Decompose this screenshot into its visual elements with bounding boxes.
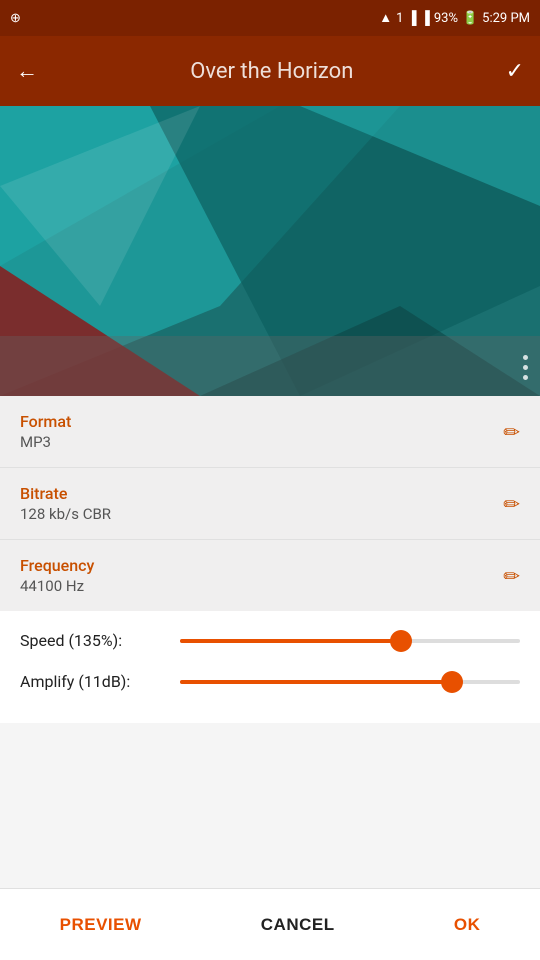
speed-thumb bbox=[390, 630, 412, 652]
action-bar: PREVIEW CANCEL OK bbox=[0, 888, 540, 960]
bitrate-edit-icon[interactable]: ✏ bbox=[503, 492, 520, 516]
amplify-slider-row: Amplify (11dB): bbox=[20, 672, 520, 691]
amplify-label: Amplify (11dB): bbox=[20, 672, 180, 691]
sim1-icon: 1 bbox=[396, 11, 403, 26]
sliders-area: Speed (135%): Amplify (11dB): bbox=[0, 611, 540, 723]
amplify-thumb bbox=[441, 671, 463, 693]
frequency-row: Frequency 44100 Hz ✏ bbox=[0, 540, 540, 611]
dot3 bbox=[523, 375, 528, 380]
amplify-fill bbox=[180, 680, 452, 684]
confirm-button[interactable]: ✓ bbox=[506, 59, 524, 84]
app-bar: ← Over the Horizon ✓ bbox=[0, 36, 540, 106]
preview-button[interactable]: PREVIEW bbox=[36, 905, 166, 945]
cancel-button[interactable]: CANCEL bbox=[237, 905, 359, 945]
back-button[interactable]: ← bbox=[16, 58, 38, 84]
amplify-track[interactable] bbox=[180, 680, 520, 684]
bitrate-row: Bitrate 128 kb/s CBR ✏ bbox=[0, 468, 540, 540]
speed-label: Speed (135%): bbox=[20, 631, 180, 650]
wifi-icon: ▲ bbox=[379, 10, 392, 26]
format-row: Format MP3 ✏ bbox=[0, 396, 540, 468]
format-info: Format MP3 bbox=[20, 412, 71, 451]
frequency-info: Frequency 44100 Hz bbox=[20, 556, 94, 595]
circle-icon: ⊕ bbox=[10, 11, 21, 26]
speed-slider-row: Speed (135%): bbox=[20, 631, 520, 650]
frequency-edit-icon[interactable]: ✏ bbox=[503, 564, 520, 588]
bitrate-value: 128 kb/s CBR bbox=[20, 505, 111, 523]
format-edit-icon[interactable]: ✏ bbox=[503, 420, 520, 444]
album-art-svg bbox=[0, 106, 540, 396]
battery-icon: 🔋 bbox=[462, 11, 478, 26]
format-value: MP3 bbox=[20, 433, 71, 451]
speed-fill bbox=[180, 639, 401, 643]
dot2 bbox=[523, 365, 528, 370]
album-art bbox=[0, 106, 540, 396]
dot1 bbox=[523, 355, 528, 360]
battery-percent: 93% bbox=[434, 11, 458, 26]
signal1-icon: ▐ bbox=[407, 10, 416, 26]
signal2-icon: ▐ bbox=[421, 10, 430, 26]
overflow-menu[interactable] bbox=[523, 355, 528, 380]
bitrate-label: Bitrate bbox=[20, 484, 111, 503]
bitrate-info: Bitrate 128 kb/s CBR bbox=[20, 484, 111, 523]
status-left: ⊕ bbox=[10, 11, 21, 26]
status-bar: ⊕ ▲ 1 ▐ ▐ 93% 🔋 5:29 PM bbox=[0, 0, 540, 36]
frequency-value: 44100 Hz bbox=[20, 577, 94, 595]
frequency-label: Frequency bbox=[20, 556, 94, 575]
speed-track[interactable] bbox=[180, 639, 520, 643]
format-label: Format bbox=[20, 412, 71, 431]
clock: 5:29 PM bbox=[482, 11, 530, 26]
ok-button[interactable]: OK bbox=[430, 905, 505, 945]
page-title: Over the Horizon bbox=[190, 59, 353, 84]
settings-panel: Format MP3 ✏ Bitrate 128 kb/s CBR ✏ Freq… bbox=[0, 396, 540, 611]
status-right: ▲ 1 ▐ ▐ 93% 🔋 5:29 PM bbox=[379, 10, 530, 26]
